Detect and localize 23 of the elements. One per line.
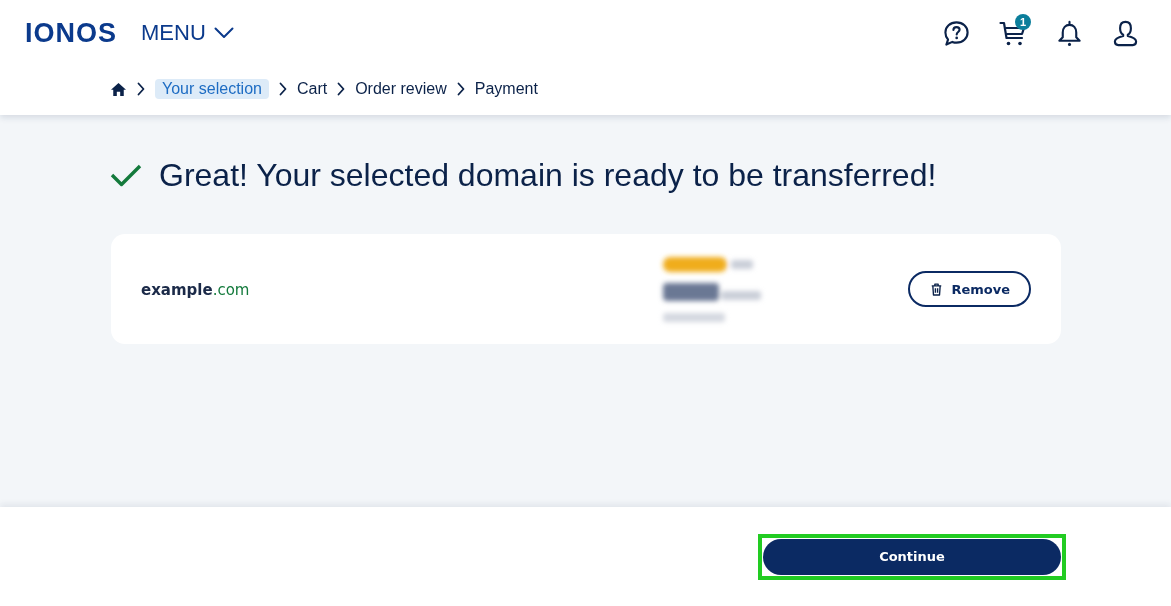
chevron-right-icon — [337, 82, 346, 96]
chevron-right-icon — [278, 82, 287, 96]
continue-button[interactable]: Continue — [763, 538, 1061, 575]
domain-name: example.com — [141, 280, 250, 299]
trash-icon — [931, 282, 943, 296]
cart-icon[interactable] — [999, 19, 1027, 47]
bell-icon[interactable] — [1056, 19, 1083, 47]
home-icon[interactable] — [110, 81, 127, 97]
user-icon[interactable] — [1112, 19, 1139, 47]
remove-button[interactable]: Remove — [908, 271, 1031, 307]
menu-button[interactable]: MENU — [141, 20, 234, 46]
breadcrumb-link[interactable]: Your selection — [155, 79, 269, 99]
cart-count-badge: 1 — [1015, 14, 1031, 30]
logo[interactable]: IONOS — [25, 19, 117, 47]
chevron-down-icon — [213, 27, 234, 39]
checkmark-icon — [110, 163, 142, 187]
breadcrumb-link[interactable]: Order review — [355, 79, 447, 99]
breadcrumb-link[interactable]: Cart — [296, 79, 328, 99]
chevron-right-icon — [137, 82, 145, 96]
breadcrumb-link[interactable]: Payment — [474, 79, 538, 99]
success-heading: Great! Your selected domain is ready to be transferred! — [159, 156, 937, 195]
chevron-right-icon — [456, 82, 465, 96]
help-icon[interactable] — [943, 19, 970, 47]
